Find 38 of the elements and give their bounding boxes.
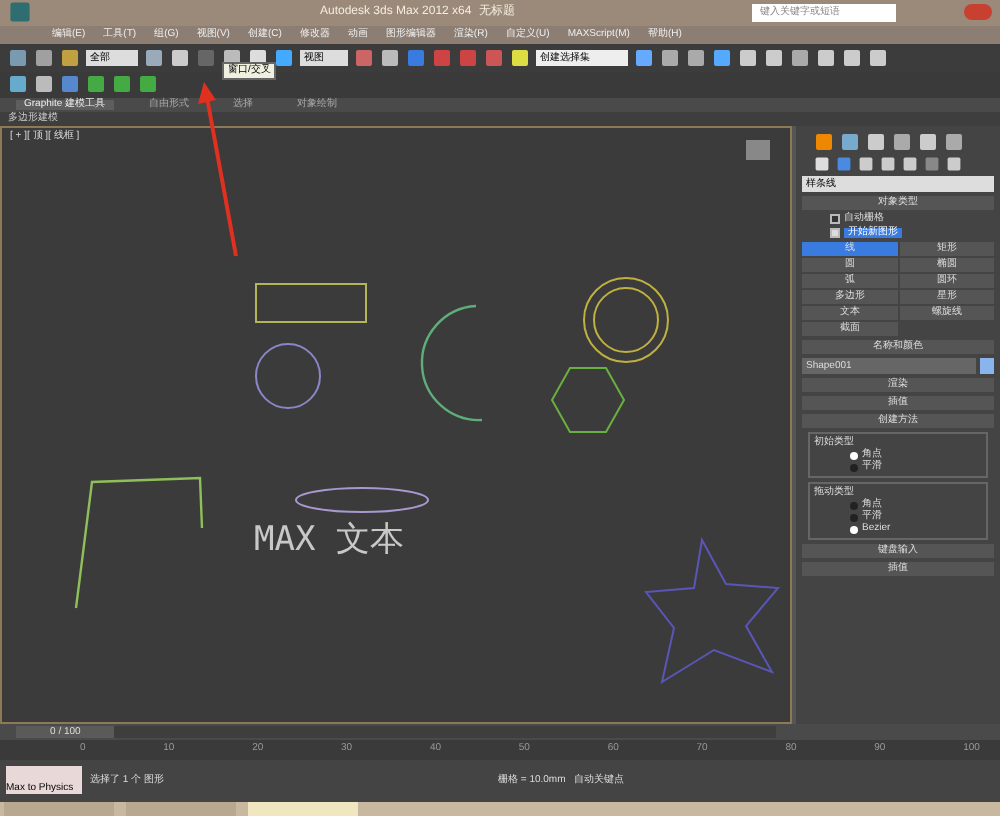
tool-icon[interactable] [34, 74, 54, 95]
tool-icon[interactable] [60, 48, 80, 69]
radio-button[interactable] [850, 525, 858, 534]
checkbox[interactable] [830, 228, 840, 239]
radio-button[interactable] [850, 463, 858, 472]
tool-icon[interactable] [34, 48, 54, 69]
tool-icon[interactable] [660, 48, 680, 69]
tool-icon[interactable] [274, 48, 294, 69]
tool-icon[interactable] [380, 48, 400, 69]
tool-icon[interactable] [712, 48, 732, 69]
color-swatch[interactable] [980, 358, 994, 375]
radio-button[interactable] [850, 501, 858, 510]
tool-icon[interactable] [138, 74, 158, 95]
tab-icon[interactable] [840, 132, 860, 153]
checkbox[interactable] [830, 214, 840, 225]
tab-icon[interactable] [892, 132, 912, 153]
tool-icon[interactable] [868, 48, 888, 69]
tool-icon[interactable] [112, 74, 132, 95]
tool-icon[interactable] [686, 48, 706, 69]
tab-icon[interactable] [918, 132, 938, 153]
tab-icon[interactable] [944, 132, 964, 153]
viewport-text: MAX 文本 [254, 524, 404, 559]
tool-icon[interactable] [86, 74, 106, 95]
tool-icon[interactable] [816, 48, 836, 69]
tool-icon[interactable] [8, 74, 28, 95]
viewcube-icon[interactable] [746, 140, 770, 161]
tool-icon[interactable] [790, 48, 810, 69]
tool-icon[interactable] [738, 48, 758, 69]
tab-icon[interactable] [866, 132, 886, 153]
tool-icon[interactable] [510, 48, 530, 69]
tab-icon[interactable] [814, 132, 834, 153]
tool-icon[interactable] [764, 48, 784, 69]
tool-icon[interactable] [144, 48, 164, 69]
tool-icon[interactable] [170, 48, 190, 69]
tool-icon[interactable] [842, 48, 862, 69]
radio-button[interactable] [850, 451, 858, 460]
tool-icon[interactable] [634, 48, 654, 69]
radio-button[interactable] [850, 513, 858, 522]
